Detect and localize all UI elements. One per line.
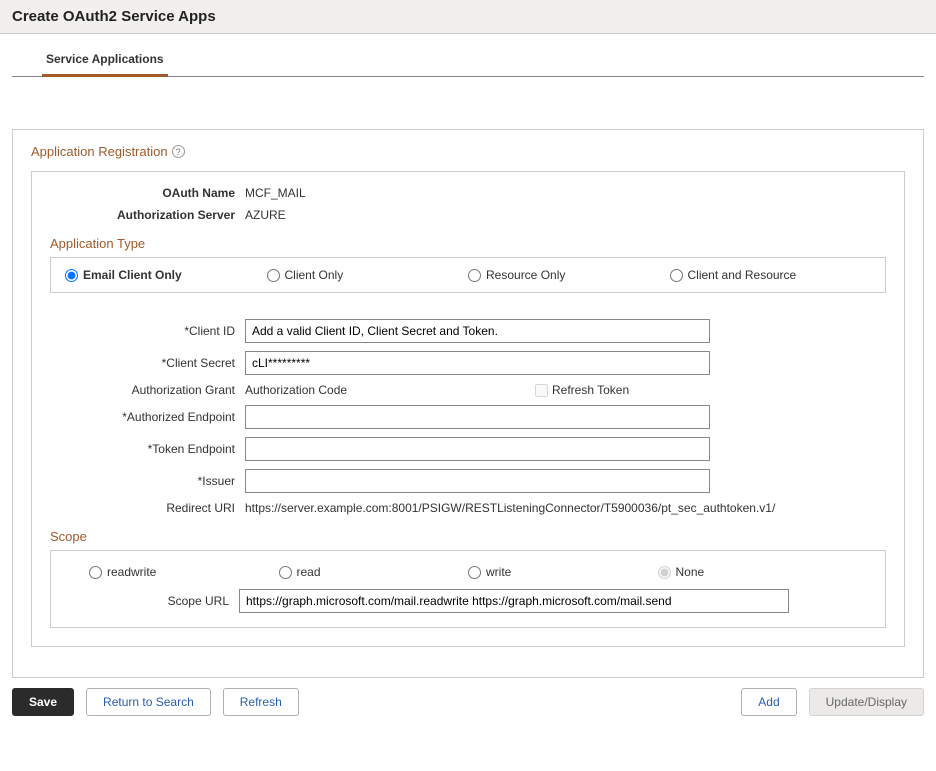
section-title-text: Application Registration — [31, 144, 168, 159]
radio-scope-read[interactable]: read — [279, 565, 469, 579]
input-authorized-endpoint[interactable] — [245, 405, 710, 429]
input-client-secret[interactable] — [245, 351, 710, 375]
label-token-endpoint: *Token Endpoint — [50, 442, 245, 456]
page-title: Create OAuth2 Service Apps — [12, 8, 924, 25]
row-issuer: *Issuer — [50, 469, 886, 493]
radio-resource-only[interactable]: Resource Only — [468, 268, 670, 282]
row-authorized-endpoint: *Authorized Endpoint — [50, 405, 886, 429]
radio-label-scope-read: read — [297, 565, 321, 579]
footer-buttons: Save Return to Search Refresh Add Update… — [12, 678, 924, 726]
radio-label-resource-only: Resource Only — [486, 268, 565, 282]
scope-box: readwrite read write None — [50, 550, 886, 628]
label-redirect-uri: Redirect URI — [50, 501, 245, 515]
radio-scope-readwrite[interactable]: readwrite — [89, 565, 279, 579]
radio-label-email-client-only: Email Client Only — [83, 268, 182, 282]
row-client-secret: *Client Secret — [50, 351, 886, 375]
radio-input-client-only[interactable] — [267, 269, 280, 282]
registration-inner: OAuth Name MCF_MAIL Authorization Server… — [31, 171, 905, 647]
app-type-box: Email Client Only Client Only Resource O… — [50, 257, 886, 293]
scope-title: Scope — [50, 529, 886, 544]
radio-input-scope-read[interactable] — [279, 566, 292, 579]
radio-label-client-and-resource: Client and Resource — [688, 268, 797, 282]
label-issuer: *Issuer — [50, 474, 245, 488]
value-auth-grant: Authorization Code — [245, 383, 445, 397]
value-oauth-name: MCF_MAIL — [245, 186, 886, 200]
radio-client-and-resource[interactable]: Client and Resource — [670, 268, 872, 282]
label-auth-grant: Authorization Grant — [50, 383, 245, 397]
row-auth-server: Authorization Server AZURE — [50, 208, 886, 222]
radio-label-scope-readwrite: readwrite — [107, 565, 156, 579]
label-refresh-token: Refresh Token — [552, 383, 629, 397]
value-redirect-uri: https://server.example.com:8001/PSIGW/RE… — [245, 501, 886, 515]
input-scope-url[interactable] — [239, 589, 789, 613]
radio-label-scope-none: None — [676, 565, 705, 579]
label-auth-server: Authorization Server — [50, 208, 245, 222]
radio-input-scope-write[interactable] — [468, 566, 481, 579]
row-redirect-uri: Redirect URI https://server.example.com:… — [50, 501, 886, 515]
add-button[interactable]: Add — [741, 688, 796, 716]
checkbox-refresh-token — [535, 384, 548, 397]
input-issuer[interactable] — [245, 469, 710, 493]
radio-client-only[interactable]: Client Only — [267, 268, 469, 282]
help-icon[interactable]: ? — [172, 145, 185, 158]
tabs: Service Applications — [12, 46, 924, 77]
input-token-endpoint[interactable] — [245, 437, 710, 461]
row-oauth-name: OAuth Name MCF_MAIL — [50, 186, 886, 200]
return-to-search-button[interactable]: Return to Search — [86, 688, 211, 716]
label-oauth-name: OAuth Name — [50, 186, 245, 200]
radio-input-email-client-only[interactable] — [65, 269, 78, 282]
section-title-registration: Application Registration ? — [31, 144, 905, 159]
input-client-id[interactable] — [245, 319, 710, 343]
app-type-title: Application Type — [50, 236, 886, 251]
row-token-endpoint: *Token Endpoint — [50, 437, 886, 461]
label-client-secret: *Client Secret — [50, 356, 245, 370]
save-button[interactable]: Save — [12, 688, 74, 716]
scope-radios: readwrite read write None — [69, 565, 867, 589]
radio-scope-write[interactable]: write — [468, 565, 658, 579]
label-authorized-endpoint: *Authorized Endpoint — [50, 410, 245, 424]
row-auth-grant: Authorization Grant Authorization Code R… — [50, 383, 886, 397]
update-display-button: Update/Display — [809, 688, 924, 716]
radio-scope-none: None — [658, 565, 848, 579]
radio-label-client-only: Client Only — [285, 268, 344, 282]
radio-input-client-and-resource[interactable] — [670, 269, 683, 282]
row-client-id: *Client ID — [50, 319, 886, 343]
radio-input-scope-readwrite[interactable] — [89, 566, 102, 579]
label-client-id: *Client ID — [50, 324, 245, 338]
refresh-token-wrap: Refresh Token — [535, 383, 629, 397]
radio-input-scope-none — [658, 566, 671, 579]
radio-email-client-only[interactable]: Email Client Only — [65, 268, 267, 282]
label-scope-url: Scope URL — [159, 594, 239, 608]
tab-service-applications[interactable]: Service Applications — [42, 46, 168, 77]
main-content: Application Registration ? OAuth Name MC… — [0, 77, 936, 738]
refresh-button[interactable]: Refresh — [223, 688, 299, 716]
header-bar: Create OAuth2 Service Apps — [0, 0, 936, 34]
registration-panel: Application Registration ? OAuth Name MC… — [12, 129, 924, 678]
radio-input-resource-only[interactable] — [468, 269, 481, 282]
value-auth-server: AZURE — [245, 208, 886, 222]
radio-label-scope-write: write — [486, 565, 511, 579]
row-scope-url: Scope URL — [69, 589, 867, 613]
